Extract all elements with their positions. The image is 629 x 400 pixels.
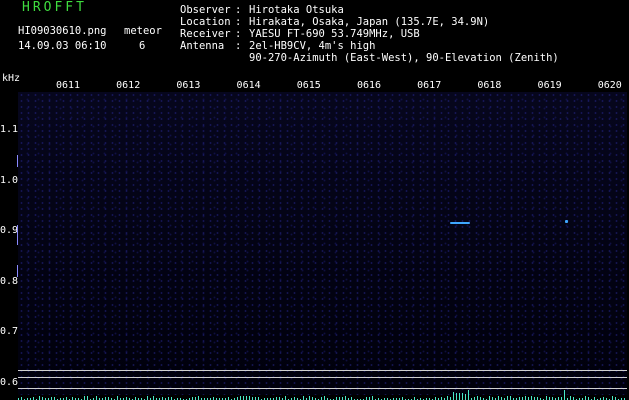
spectrum-spike: [546, 396, 547, 400]
spectrum-spike: [309, 396, 310, 400]
spectrum-spike: [372, 396, 373, 400]
time-tick: 0612: [116, 80, 141, 91]
spectrum-spike: [447, 396, 448, 400]
spectrum-spike: [468, 390, 469, 400]
spectrogram: [18, 92, 627, 395]
time-tick: 0620: [597, 80, 622, 91]
axis-marker: [17, 155, 18, 167]
antenna-row: Antenna:2el-HB9CV, 4m's high: [180, 40, 376, 52]
spectrum-spike: [117, 396, 118, 400]
receiver-key: Receiver: [180, 28, 231, 40]
spectrum-spike: [303, 396, 304, 400]
spectrum-spike: [249, 396, 250, 400]
spectrum-spike: [153, 396, 154, 400]
time-tick: 0617: [417, 80, 442, 91]
spectrum-spike: [453, 391, 454, 400]
time-tick: 0614: [236, 80, 261, 91]
marker-line: [18, 377, 627, 378]
meteor-count: 6: [139, 40, 146, 52]
frequency-tick: 1.0: [0, 174, 19, 186]
spectrum-spike: [351, 396, 352, 400]
time-tick: 0616: [356, 80, 382, 91]
spectrum-spike: [498, 396, 499, 400]
antenna-key: Antenna: [180, 40, 225, 52]
spectrum-spike: [510, 396, 511, 400]
spectrum-spike: [321, 396, 322, 400]
spectrum-spike: [213, 396, 214, 400]
spectrum-trace: [18, 385, 627, 400]
antenna-value-2: 90-270-Azimuth (East-West), 90-Elevation…: [249, 52, 559, 64]
spectrum-spike: [84, 396, 85, 400]
spectrum-spike: [522, 396, 523, 400]
datetime: 14.09.03 06:10: [18, 40, 107, 52]
antenna-value: 2el-HB9CV, 4m's high: [249, 40, 376, 52]
location-value: Hirakata, Osaka, Japan (135.7E, 34.9N): [249, 16, 490, 28]
spectrum-spike: [462, 392, 463, 400]
meteor-label: meteor: [124, 25, 162, 37]
spectrum-spike: [459, 393, 460, 400]
frequency-tick: 0.8: [0, 275, 19, 287]
axis-marker: [17, 265, 18, 277]
app-title: HROFFT: [22, 0, 87, 15]
spectrum-spike: [537, 396, 538, 400]
spectrum-spike: [531, 396, 532, 400]
time-tick: 0615: [296, 80, 321, 91]
spectrum-spike: [612, 396, 613, 400]
spectrum-spike: [465, 393, 466, 400]
receiver-value: YAESU FT-690 53.749MHz, USB: [249, 28, 420, 40]
time-tick: 0618: [477, 80, 502, 91]
frequency-tick: 0.9: [0, 225, 19, 236]
spectrum-spike: [369, 396, 370, 400]
time-tick: 0619: [537, 80, 562, 91]
frequency-tick: 0.6: [0, 376, 19, 388]
frequency-tick: 0.7: [0, 326, 19, 337]
antenna-row-2: 90-270-Azimuth (East-West), 90-Elevation…: [180, 52, 559, 64]
spectrum-spike: [198, 396, 199, 400]
receiver-row: Receiver: YAESU FT-690 53.749MHz, USB: [180, 28, 420, 40]
spectrum-spike: [525, 396, 526, 400]
spectrum-spike: [477, 396, 478, 400]
location-key: Location: [180, 16, 231, 28]
spectrum-spike: [324, 396, 325, 400]
frequency-tick: 1.1: [0, 124, 19, 135]
spectrum-spike: [246, 396, 247, 400]
spectrum-spike: [240, 396, 241, 400]
filename: HI09030610.png: [18, 25, 107, 37]
frequency-unit: kHz: [2, 73, 21, 84]
observer-value: Hirotaka Otsuka: [249, 4, 344, 16]
spectrum-spike: [39, 396, 40, 400]
spectrum-spike: [87, 396, 88, 400]
time-tick: 0613: [176, 80, 201, 91]
meteor-echo: [565, 220, 568, 223]
meteor-echo: [450, 222, 470, 224]
spectrum-spike: [507, 396, 508, 400]
spectrum-spike: [96, 396, 97, 400]
spectrum-spike: [345, 396, 346, 400]
observer-row: Observer: Hirotaka Otsuka: [180, 4, 344, 16]
spectrum-spike: [585, 396, 586, 400]
spectrum-spike: [285, 396, 286, 400]
spectrum-spike: [147, 396, 148, 400]
spectrum-spike: [402, 396, 403, 400]
time-tick: 0611: [55, 80, 81, 91]
axis-marker: [17, 225, 18, 245]
location-row: Location: Hirakata, Osaka, Japan (135.7E,…: [180, 16, 490, 28]
spectrum-spike: [564, 390, 565, 400]
spectrum-spike: [489, 396, 490, 400]
spectrum-spike: [51, 396, 52, 400]
spectrum-spike: [570, 396, 571, 400]
spectrum-spike: [456, 393, 457, 400]
spectrum-spike: [561, 396, 562, 400]
marker-line: [18, 370, 627, 371]
spectrum-spike: [243, 396, 244, 400]
observer-key: Observer: [180, 4, 231, 16]
